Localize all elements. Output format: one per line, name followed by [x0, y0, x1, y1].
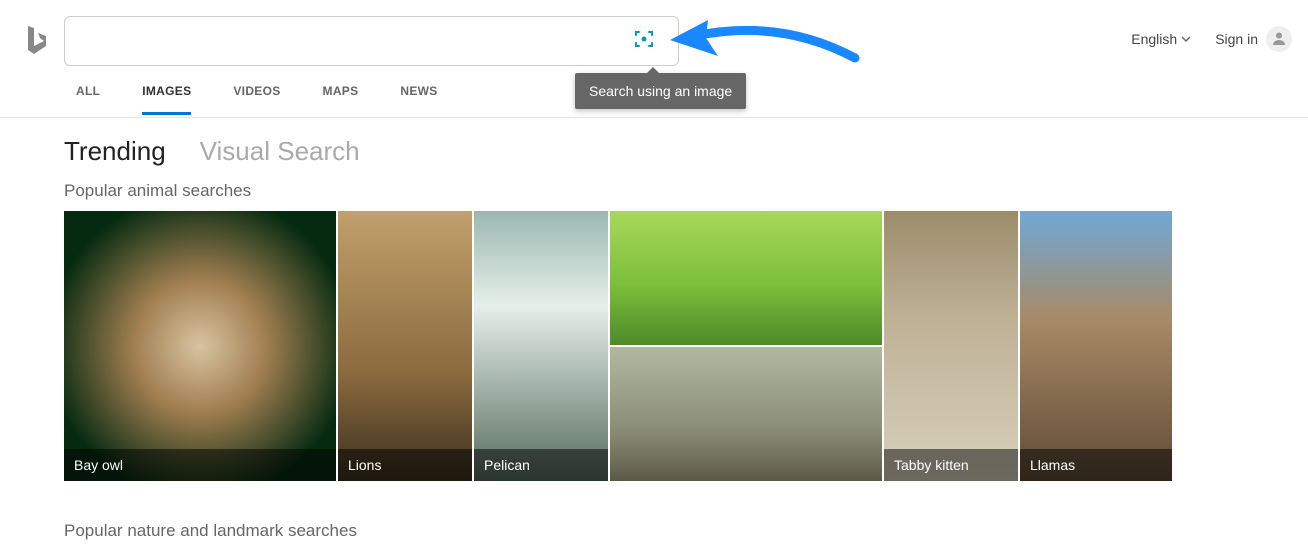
popular-animals-heading: Popular animal searches [64, 181, 1308, 201]
tile-image [1020, 211, 1172, 481]
annotation-arrow-icon [660, 8, 860, 68]
tile-image [474, 211, 608, 481]
signin-label: Sign in [1215, 31, 1258, 47]
tile-tabby-kitten[interactable]: Tabby kitten [884, 211, 1018, 481]
section-tab-trending[interactable]: Trending [64, 136, 166, 167]
signin-button[interactable]: Sign in [1215, 26, 1292, 52]
header-right: English Sign in [1131, 26, 1292, 52]
tile-caption: Pelican [474, 449, 608, 481]
nav-item-videos[interactable]: VIDEOS [233, 84, 280, 115]
popular-nature-heading: Popular nature and landmark searches [64, 521, 1308, 541]
search-box [64, 16, 679, 66]
person-icon [1271, 30, 1287, 49]
tile-image [338, 211, 472, 481]
visual-search-button[interactable] [632, 29, 656, 53]
language-selector[interactable]: English [1131, 31, 1191, 47]
tile-llamas[interactable]: Llamas [1020, 211, 1172, 481]
animal-tiles: Bay owl Lions Pelican Chameleon Donkeys … [64, 211, 1308, 481]
avatar [1266, 26, 1292, 52]
bing-logo-icon[interactable] [24, 24, 48, 58]
camera-scan-icon [634, 29, 654, 54]
tile-donkeys[interactable]: Donkeys [610, 347, 882, 481]
language-label: English [1131, 31, 1177, 47]
content: Trending Visual Search Popular animal se… [0, 118, 1308, 541]
tile-caption: Llamas [1020, 449, 1172, 481]
tile-bay-owl[interactable]: Bay owl [64, 211, 336, 481]
search-input[interactable] [81, 17, 632, 65]
nav-item-all[interactable]: ALL [76, 84, 100, 115]
tile-caption: Tabby kitten [884, 449, 1018, 481]
visual-search-tooltip: Search using an image [575, 73, 746, 109]
nav-item-news[interactable]: NEWS [400, 84, 437, 115]
nav-tabs: ALL IMAGES VIDEOS MAPS NEWS [76, 84, 438, 115]
header: Search using an image English Sign in AL… [0, 0, 1308, 118]
tile-split-group: Chameleon Donkeys [610, 211, 882, 481]
tile-lions[interactable]: Lions [338, 211, 472, 481]
nav-item-images[interactable]: IMAGES [142, 84, 191, 115]
tile-chameleon[interactable]: Chameleon [610, 211, 882, 345]
tile-caption: Bay owl [64, 449, 336, 481]
tile-image [884, 211, 1018, 481]
nav-item-maps[interactable]: MAPS [323, 84, 359, 115]
tile-caption: Lions [338, 449, 472, 481]
tile-image [610, 347, 882, 481]
tile-image [64, 211, 336, 481]
section-tabs: Trending Visual Search [64, 136, 1308, 167]
section-tab-visual-search[interactable]: Visual Search [200, 136, 360, 167]
tile-pelican[interactable]: Pelican [474, 211, 608, 481]
chevron-down-icon [1181, 31, 1191, 47]
tile-image [610, 211, 882, 345]
